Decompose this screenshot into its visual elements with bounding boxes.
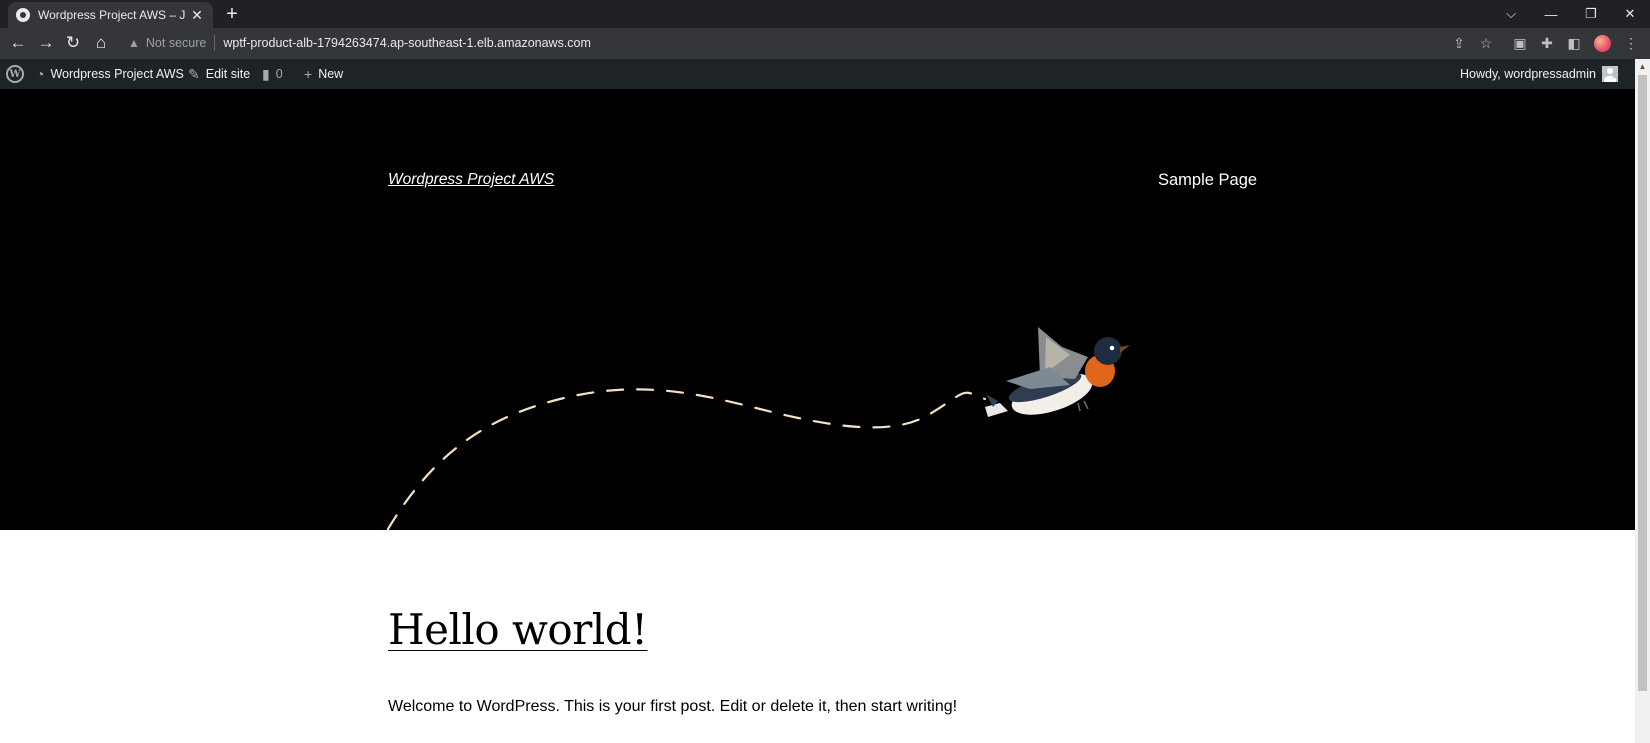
post-title-link[interactable]: Hello world! <box>388 605 648 654</box>
howdy-label: Howdy, wordpressadmin <box>1460 67 1596 81</box>
close-tab-icon[interactable]: ✕ <box>189 7 205 24</box>
globe-icon <box>16 8 30 22</box>
main-content: Hello world! Welcome to WordPress. This … <box>0 530 1635 743</box>
browser-toolbar: ← → ↻ ⌂ ▲ Not secure wptf-product-alb-17… <box>0 28 1650 59</box>
puzzle-icon[interactable]: ✚ <box>1535 31 1559 55</box>
site-header: Wordpress Project AWS Sample Page <box>0 89 1635 530</box>
admin-site-name-label: Wordpress Project AWS <box>50 67 184 81</box>
new-label: New <box>318 67 344 81</box>
wordpress-logo-icon[interactable]: W <box>6 59 24 89</box>
wp-admin-bar: W ◔ Wordpress Project AWS ✎ Edit site ▮ … <box>0 59 1650 89</box>
url-text[interactable]: wptf-product-alb-1794263474.ap-southeast… <box>223 36 591 50</box>
edit-site-label: Edit site <box>205 67 251 81</box>
extension-icon[interactable]: ▣ <box>1508 31 1532 55</box>
dashboard-icon: ◔ <box>36 66 45 82</box>
share-icon[interactable]: ⇪ <box>1447 31 1471 55</box>
address-divider <box>214 35 216 51</box>
back-icon[interactable]: ← <box>6 31 30 55</box>
forward-icon[interactable]: → <box>34 31 58 55</box>
minimize-button[interactable]: — <box>1531 0 1571 28</box>
bird-illustration <box>985 327 1130 417</box>
brush-icon: ✎ <box>188 65 200 82</box>
admin-site-name[interactable]: ◔ Wordpress Project AWS <box>36 59 184 89</box>
page-scrollbar[interactable]: ▲ <box>1635 59 1650 743</box>
new-tab-button[interactable]: + <box>222 3 242 25</box>
edit-site-link[interactable]: ✎ Edit site <box>188 59 250 89</box>
site-title-link[interactable]: Wordpress Project AWS <box>388 171 554 189</box>
close-window-button[interactable]: ✕ <box>1610 0 1650 28</box>
comments-count: 0 <box>275 67 283 81</box>
nav-item-sample-page[interactable]: Sample Page <box>1158 171 1257 190</box>
account-menu[interactable]: Howdy, wordpressadmin <box>1460 59 1618 89</box>
home-icon[interactable]: ⌂ <box>89 31 113 55</box>
star-icon[interactable]: ☆ <box>1474 31 1498 55</box>
reload-icon[interactable]: ↻ <box>61 31 85 55</box>
flight-path-dashed <box>386 388 987 530</box>
warning-icon: ▲ <box>128 36 140 50</box>
comments-link[interactable]: ▮ 0 <box>262 59 283 89</box>
restore-button[interactable]: ❐ <box>1571 0 1611 28</box>
scrollbar-thumb[interactable] <box>1638 75 1647 691</box>
side-panel-icon[interactable]: ◧ <box>1562 31 1586 55</box>
tab-search-icon[interactable]: ⌵ <box>1491 0 1531 28</box>
tab-title: Wordpress Project AWS – Just an <box>38 8 185 22</box>
post-excerpt: Welcome to WordPress. This is your first… <box>388 698 958 715</box>
menu-icon[interactable]: ⋮ <box>1619 31 1643 55</box>
comment-icon: ▮ <box>262 65 270 82</box>
wp-logo-mark: W <box>6 65 24 83</box>
scroll-up-arrow-icon[interactable]: ▲ <box>1635 59 1650 74</box>
search-icon[interactable]: ⌕ <box>1612 59 1620 89</box>
new-content-link[interactable]: + New <box>304 59 343 89</box>
profile-avatar[interactable] <box>1594 35 1611 52</box>
not-secure-label: Not secure <box>145 36 207 50</box>
address-bar[interactable]: ▲ Not secure wptf-product-alb-1794263474… <box>120 31 1490 55</box>
header-illustration <box>386 327 1130 530</box>
plus-icon: + <box>304 66 313 82</box>
browser-tab[interactable]: Wordpress Project AWS – Just an ✕ <box>8 2 213 28</box>
browser-tab-bar: Wordpress Project AWS – Just an ✕ + ⌵ — … <box>0 0 1650 28</box>
